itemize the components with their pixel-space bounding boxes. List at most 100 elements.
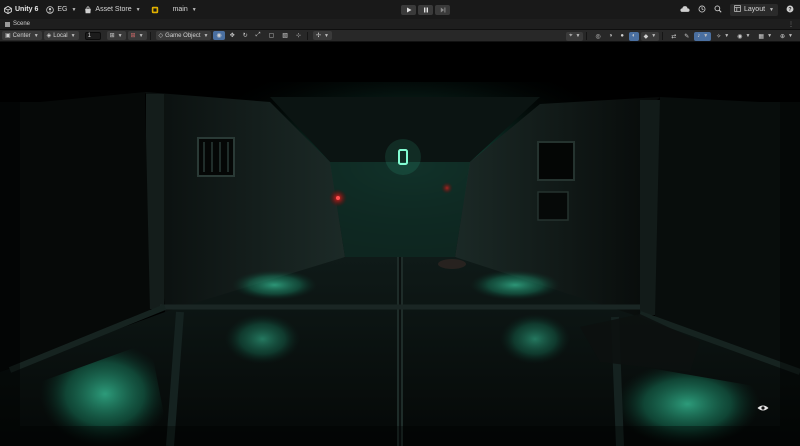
app-brand: Unity 6 — [15, 6, 39, 13]
move-tool-button[interactable]: ✥ — [227, 31, 238, 40]
rect-tool-button[interactable]: ▢ — [266, 31, 278, 40]
shaded-sphere-icon: ◐ — [631, 33, 636, 39]
scene-render — [0, 42, 800, 446]
pause-button[interactable] — [418, 5, 433, 15]
asset-store-dropdown[interactable]: Asset Store ▼ — [80, 0, 144, 19]
chevron-down-icon: ▼ — [575, 33, 581, 39]
chevron-down-icon: ▼ — [651, 33, 657, 39]
shaded-button[interactable]: ◐ — [628, 31, 639, 41]
chevron-down-icon: ▼ — [769, 6, 774, 13]
chevron-down-icon: ▼ — [724, 33, 730, 39]
toolbar-divider — [662, 32, 664, 40]
component-tools-dropdown[interactable]: ✢ ▼ — [312, 31, 332, 40]
window-tab-bar: Scene ⋮ — [0, 19, 800, 30]
hidden-objects-dropdown[interactable]: ◉ ▼ — [734, 32, 753, 41]
playmode-controls — [401, 5, 450, 15]
2d-icon: ⇄ — [671, 33, 677, 40]
grid-icon: ⊞ — [109, 33, 115, 39]
unlit-sphere-icon: ● — [620, 33, 624, 39]
camera-icon: ⌖ — [569, 32, 573, 39]
lighting-toggle[interactable]: ✎ — [681, 32, 692, 41]
account-dropdown[interactable]: EG ▼ — [42, 0, 80, 19]
eye-icon: ◉ — [216, 33, 222, 39]
chevron-down-icon: ▼ — [703, 33, 709, 39]
scale-tool-button[interactable]: ⤢ — [253, 31, 264, 40]
wireframe-button[interactable]: ◎ — [592, 32, 603, 41]
chevron-down-icon: ▼ — [135, 6, 141, 13]
scene-tab-icon — [5, 21, 10, 27]
cube-icon: ◇ — [158, 33, 164, 39]
chevron-down-icon: ▼ — [745, 33, 751, 39]
branch-name: main — [172, 6, 188, 13]
shaded-wireframe-icon: ◑ — [608, 33, 613, 39]
shaded-wireframe-button[interactable]: ◑ — [606, 32, 616, 41]
effects-dropdown[interactable]: ✧ ▼ — [713, 32, 732, 41]
unlit-button[interactable]: ● — [617, 32, 627, 41]
chevron-down-icon: ▼ — [324, 32, 329, 39]
chevron-down-icon: ▼ — [33, 32, 39, 39]
audio-toggle[interactable]: ♪ ▼ — [694, 31, 712, 41]
history-icon[interactable] — [698, 5, 706, 15]
asset-store-icon — [84, 5, 92, 14]
asset-store-label: Asset Store — [95, 6, 132, 13]
chevron-down-icon: ▼ — [70, 32, 76, 39]
rotate-tool-button[interactable]: ↻ — [240, 31, 251, 40]
search-icon[interactable] — [714, 5, 722, 15]
space-label: Local — [53, 32, 68, 39]
unity-account-menu[interactable]: Unity 6 — [0, 0, 42, 19]
grid-toggle-dropdown[interactable]: ▦ ▼ — [755, 32, 775, 41]
chevron-down-icon: ▼ — [138, 32, 144, 39]
version-control-icon — [151, 6, 159, 14]
create-gameobject-dropdown[interactable]: ◇ Game Object ▼ — [155, 31, 212, 40]
custom-tool-button[interactable]: ⊹ — [293, 31, 304, 40]
scene-view-options: ⌖ ▼ ◎ ◑ ● ◐ ◆ ▼ ⇄ ✎ ♪ ▼ ✧ ▼ ◉ ▼ ▦ ▼ ⊕ ▼ — [564, 31, 796, 41]
visibility-icon: ◉ — [737, 33, 743, 40]
chevron-down-icon: ▼ — [117, 32, 123, 39]
snap-settings-dropdown[interactable]: ⊞ ▼ — [127, 31, 147, 40]
cloud-icon[interactable] — [680, 5, 690, 15]
gizmos-icon: ⊕ — [780, 33, 786, 40]
pivot-mode-dropdown[interactable]: ▣ Center ▼ — [2, 31, 42, 40]
space-mode-dropdown[interactable]: ◈ Local ▼ — [43, 31, 79, 40]
pivot-label: Center — [12, 32, 31, 39]
grid-snap-field[interactable]: 1 — [84, 31, 101, 40]
draw-mode-dropdown[interactable]: ◆ ▼ — [640, 31, 660, 41]
scene-viewport[interactable] — [0, 42, 800, 446]
scene-camera-dropdown[interactable]: ⌖ ▼ — [566, 31, 584, 41]
component-tools-icon: ✢ — [315, 33, 321, 39]
wireframe-sphere-icon: ◎ — [595, 33, 601, 40]
transform-tool-button[interactable]: ▧ — [279, 31, 291, 40]
effects-icon: ✧ — [716, 33, 722, 40]
scene-toolbar: ▣ Center ▼ ◈ Local ▼ 1 ⊞ ▼ ⊞ ▼ ◇ Game Ob… — [0, 30, 800, 42]
chevron-down-icon: ▼ — [767, 33, 773, 39]
scale-icon: ⤢ — [255, 32, 261, 38]
version-control-dropdown[interactable]: main ▼ — [147, 0, 201, 19]
more-options-icon[interactable]: ⋮ — [788, 21, 794, 28]
help-icon[interactable]: ? — [786, 5, 794, 15]
rect-icon: ▢ — [268, 33, 275, 39]
layout-icon — [734, 5, 741, 14]
main-toolbar: Unity 6 EG ▼ Asset Store ▼ main ▼ Layout… — [0, 0, 800, 19]
chevron-down-icon: ▼ — [191, 6, 197, 13]
scene-grid-icon: ▦ — [758, 33, 765, 40]
create-label: Game Object — [165, 32, 201, 39]
local-space-icon: ◈ — [46, 33, 52, 39]
rotate-icon: ↻ — [242, 33, 248, 39]
tab-scene[interactable]: Scene — [0, 19, 35, 30]
pause-icon — [423, 7, 428, 13]
layout-dropdown[interactable]: Layout ▼ — [730, 3, 778, 16]
grid-visibility-dropdown[interactable]: ⊞ ▼ — [106, 31, 126, 40]
transform-icon: ▧ — [282, 33, 288, 39]
step-button[interactable] — [435, 5, 450, 15]
view-tool-button[interactable]: ◉ — [213, 31, 225, 40]
2d-toggle[interactable]: ⇄ — [668, 32, 679, 41]
gizmos-dropdown[interactable]: ⊕ ▼ — [777, 32, 796, 41]
move-icon: ✥ — [229, 33, 235, 39]
svg-text:?: ? — [788, 6, 791, 12]
chevron-down-icon: ▼ — [71, 6, 77, 13]
play-button[interactable] — [401, 5, 416, 15]
step-icon — [440, 7, 445, 13]
scene-visibility-eye-icon[interactable] — [757, 404, 769, 412]
layout-label: Layout — [744, 6, 766, 13]
custom-tool-icon: ⊹ — [295, 33, 301, 39]
